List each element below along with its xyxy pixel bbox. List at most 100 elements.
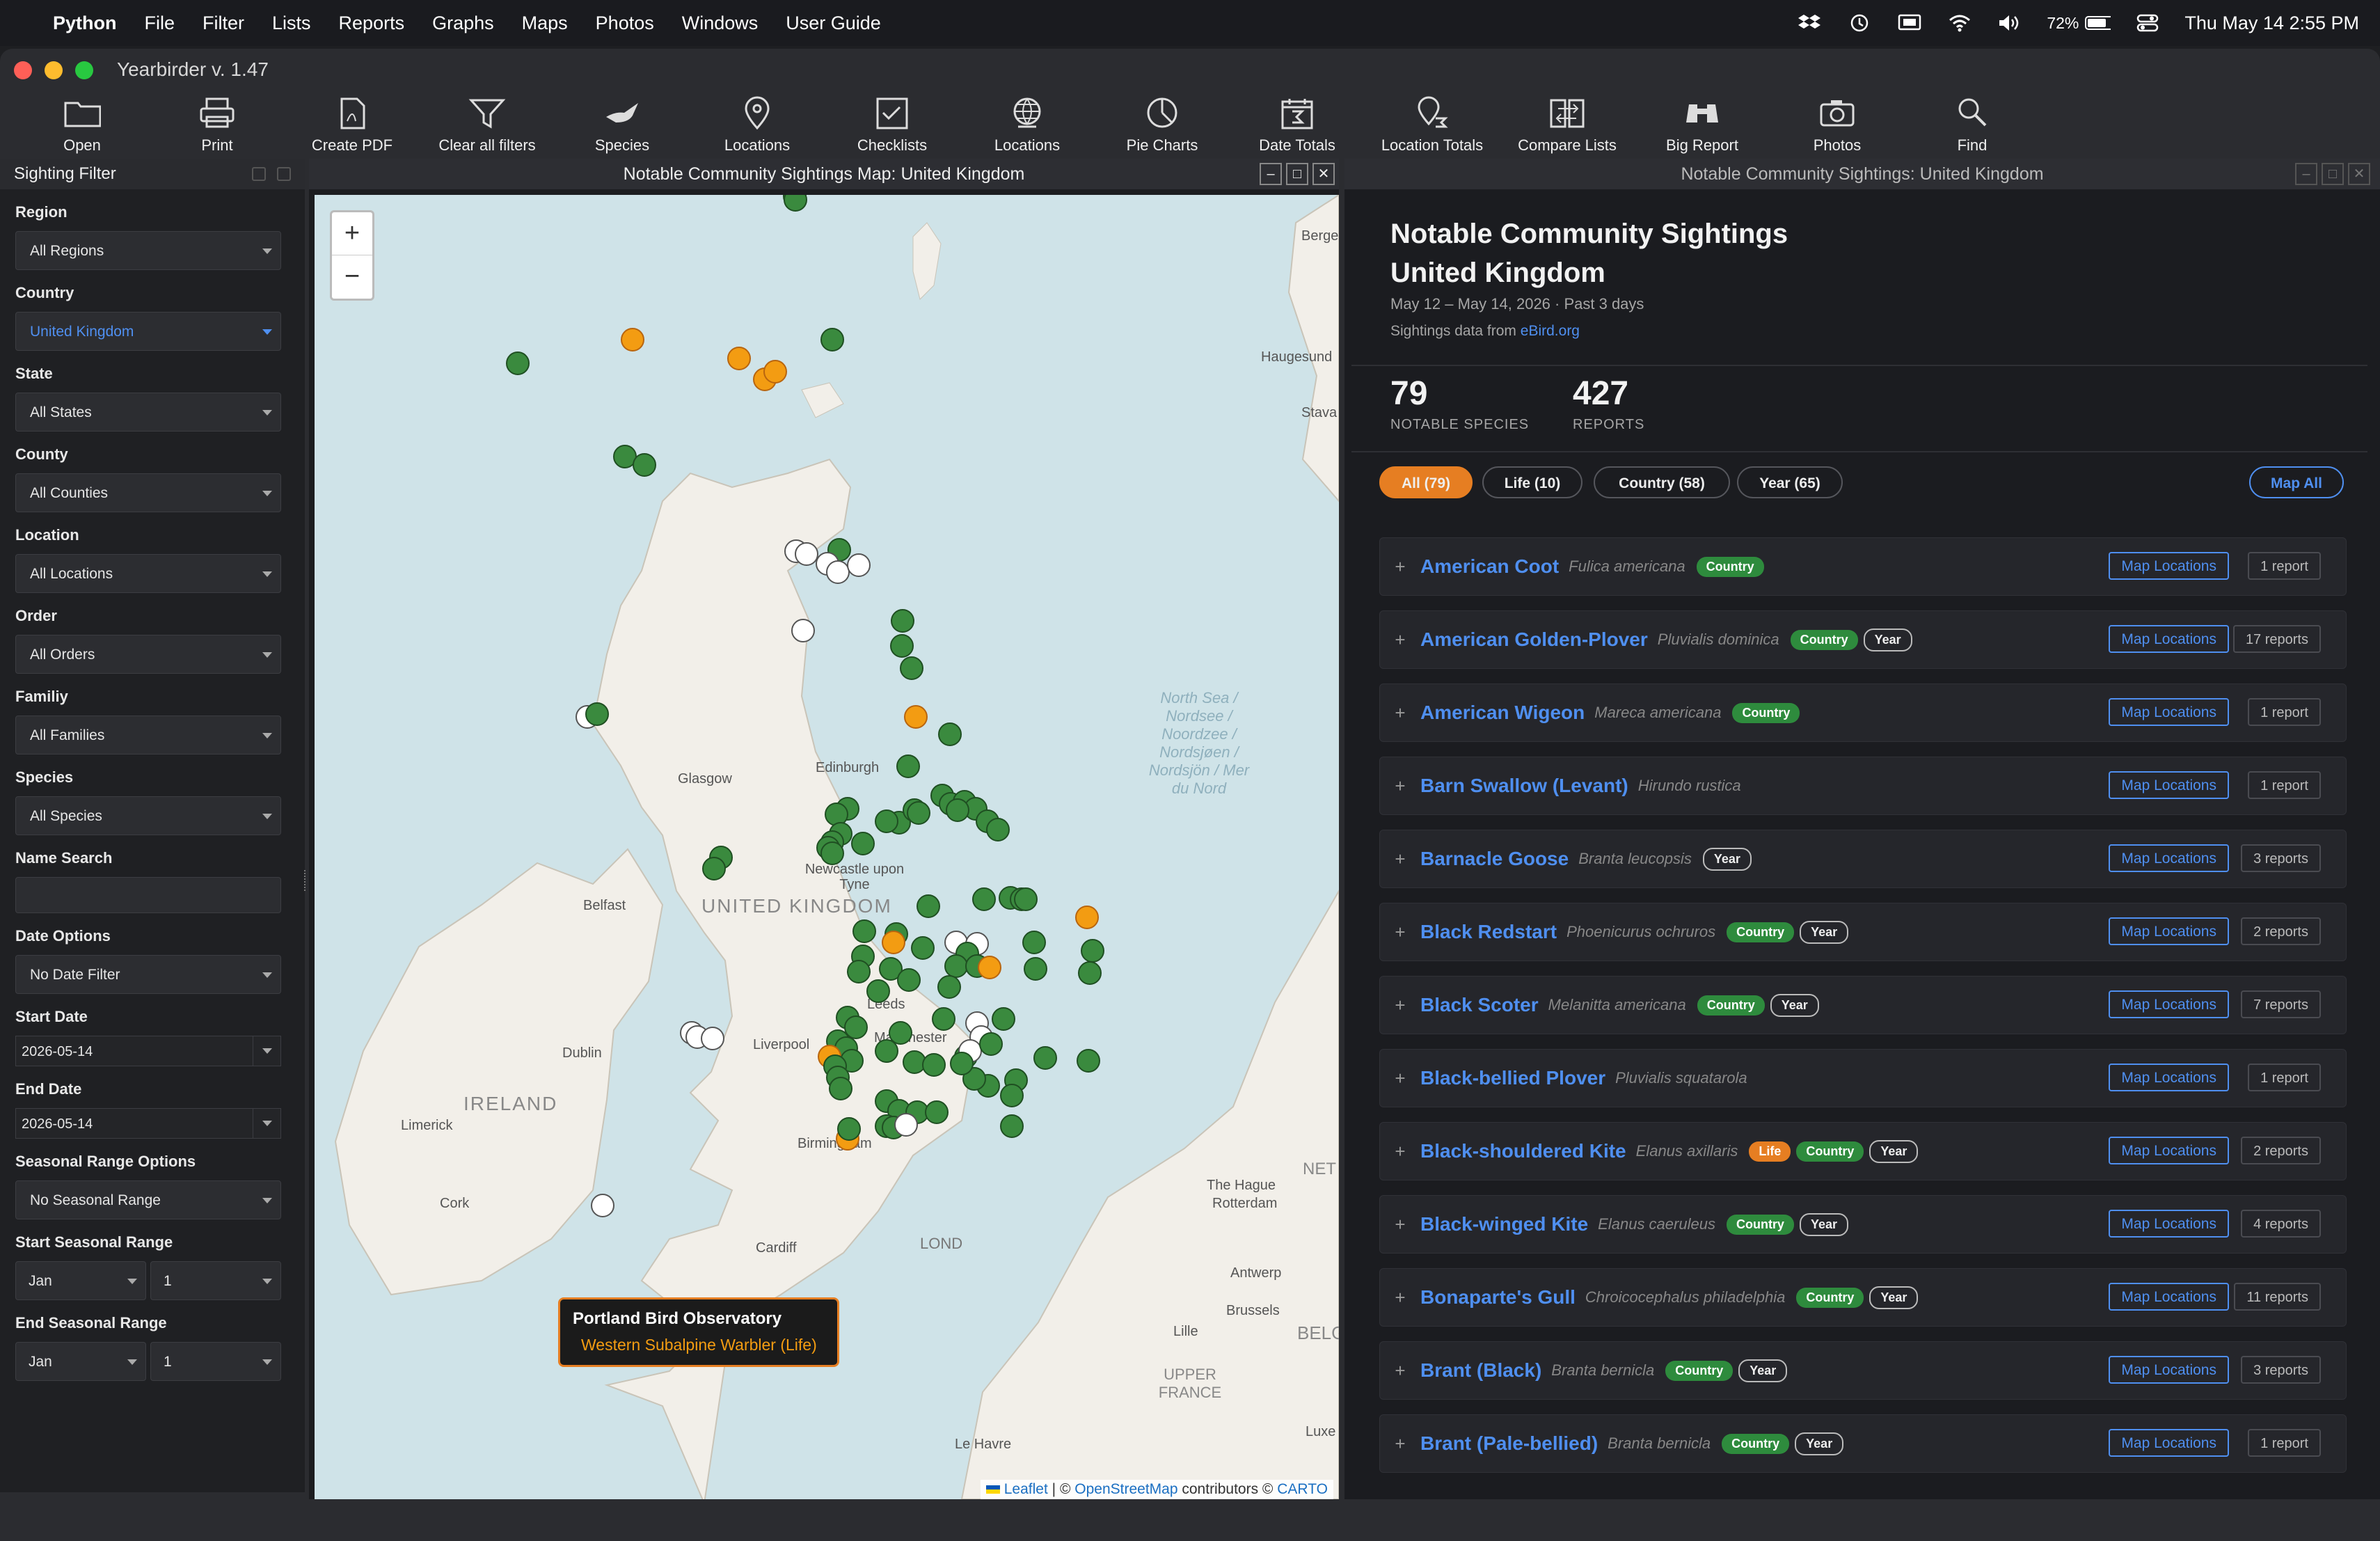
species-row[interactable]: + American Coot Fulica americana Country Map… [1379, 537, 2347, 596]
species-row[interactable]: + American Golden-Plover Pluvialis dominic… [1379, 610, 2347, 669]
toolbar-print-button[interactable]: Print [158, 96, 276, 155]
sighting-marker[interactable] [727, 347, 751, 370]
sighting-marker[interactable] [763, 360, 787, 384]
sighting-marker[interactable] [938, 722, 962, 746]
sighting-marker[interactable] [1014, 887, 1038, 911]
sighting-marker[interactable] [875, 809, 898, 833]
sighting-marker[interactable] [944, 954, 968, 978]
toolbar-checklists-button[interactable]: Checklists [833, 96, 951, 155]
toolbar-locations-button[interactable]: Locations [968, 96, 1086, 155]
map-locations-button[interactable]: Map Locations [2109, 771, 2229, 799]
sighting-marker[interactable] [591, 1194, 614, 1217]
family-select[interactable]: All Families [15, 716, 281, 754]
start-date-field[interactable]: 2026-05-14 [15, 1036, 281, 1066]
menu-photos[interactable]: Photos [582, 13, 668, 34]
state-select[interactable]: All States [15, 393, 281, 432]
menu-lists[interactable]: Lists [258, 13, 325, 34]
wifi-icon[interactable] [1946, 13, 1973, 33]
sighting-marker[interactable] [795, 542, 818, 566]
sidebar-splitter[interactable] [304, 870, 307, 891]
species-name[interactable]: Black-shouldered Kite [1420, 1140, 1626, 1162]
sighting-marker[interactable] [1022, 931, 1046, 954]
sighting-marker[interactable] [820, 328, 844, 351]
sighting-marker[interactable] [891, 609, 914, 633]
control-center-icon[interactable] [2134, 13, 2161, 33]
sighting-marker[interactable] [820, 841, 844, 865]
expand-icon[interactable]: + [1380, 1068, 1420, 1089]
map-locations-button[interactable]: Map Locations [2109, 1283, 2229, 1311]
sighting-marker[interactable] [852, 919, 876, 943]
species-name[interactable]: American Coot [1420, 555, 1559, 578]
map-all-button[interactable]: Map All [2249, 466, 2344, 498]
reports-count[interactable]: 3 reports [2241, 1356, 2321, 1384]
sighting-marker[interactable] [1000, 1114, 1024, 1138]
species-select[interactable]: All Species [15, 796, 281, 835]
toolbar-open-button[interactable]: Open [23, 96, 141, 155]
sighting-marker[interactable] [621, 328, 644, 351]
sighting-marker[interactable] [875, 1039, 898, 1063]
species-row[interactable]: + Black-shouldered Kite Elanus axillaris Li… [1379, 1122, 2347, 1180]
sighting-marker[interactable] [1081, 939, 1104, 963]
menu-graphs[interactable]: Graphs [418, 13, 508, 34]
sighting-marker[interactable] [979, 1032, 1003, 1056]
notable-maximize-button[interactable]: □ [2322, 163, 2344, 185]
map-locations-button[interactable]: Map Locations [2109, 1064, 2229, 1091]
reports-count[interactable]: 2 reports [2241, 1137, 2321, 1164]
location-select[interactable]: All Locations [15, 554, 281, 593]
menu-filter[interactable]: Filter [189, 13, 258, 34]
menu-user-guide[interactable]: User Guide [772, 13, 895, 34]
reports-count[interactable]: 17 reports [2232, 625, 2321, 653]
carto-link[interactable]: CARTO [1277, 1481, 1328, 1497]
sighting-marker[interactable] [1075, 906, 1099, 929]
toolbar-species-button[interactable]: Species [563, 96, 681, 155]
sighting-marker[interactable] [791, 619, 815, 642]
map-locations-button[interactable]: Map Locations [2109, 1210, 2229, 1238]
expand-icon[interactable]: + [1380, 995, 1420, 1016]
toolbar-pie-charts-button[interactable]: Pie Charts [1103, 96, 1221, 155]
species-name[interactable]: Brant (Pale-bellied) [1420, 1432, 1598, 1455]
reports-count[interactable]: 4 reports [2241, 1210, 2321, 1238]
menu-windows[interactable]: Windows [668, 13, 772, 34]
sighting-marker[interactable] [702, 857, 726, 880]
species-name[interactable]: American Wigeon [1420, 702, 1585, 724]
start-seasonal-day-select[interactable]: 1 [150, 1261, 281, 1300]
menu-maps[interactable]: Maps [508, 13, 582, 34]
close-window-button[interactable] [14, 61, 32, 79]
sighting-marker[interactable] [837, 1117, 861, 1141]
map-close-button[interactable]: ✕ [1312, 163, 1335, 185]
sighting-marker[interactable] [978, 956, 1001, 979]
map-minimize-button[interactable]: – [1260, 163, 1282, 185]
species-row[interactable]: + Black-winged Kite Elanus caeruleus Countr… [1379, 1195, 2347, 1254]
species-row[interactable]: + Black Redstart Phoenicurus ochruros Count… [1379, 903, 2347, 961]
map-locations-button[interactable]: Map Locations [2109, 625, 2229, 653]
leaflet-map[interactable]: + − Bergen Haugesund Stava Glasgow Edinb… [315, 195, 1339, 1499]
species-row[interactable]: + American Wigeon Mareca americana Country M… [1379, 683, 2347, 742]
reports-count[interactable]: 1 report [2248, 1429, 2321, 1457]
species-row[interactable]: + Barnacle Goose Branta leucopsis Year Map L… [1379, 830, 2347, 888]
dropbox-icon[interactable] [1796, 13, 1823, 33]
sighting-marker[interactable] [826, 560, 850, 584]
toolbar-date-totals-button[interactable]: Date Totals [1238, 96, 1356, 155]
end-date-field[interactable]: 2026-05-14 [15, 1108, 281, 1139]
sighting-marker[interactable] [904, 705, 928, 729]
end-seasonal-month-select[interactable]: Jan [15, 1342, 146, 1381]
map-locations-button[interactable]: Map Locations [2109, 917, 2229, 945]
menu-file[interactable]: File [131, 13, 189, 34]
expand-icon[interactable]: + [1380, 629, 1420, 651]
species-row[interactable]: + Brant (Pale-bellied) Branta bernicla Coun… [1379, 1414, 2347, 1473]
sighting-marker[interactable] [701, 1027, 724, 1050]
sighting-marker[interactable] [866, 979, 890, 1003]
clock[interactable]: Thu May 14 2:55 PM [2184, 13, 2359, 34]
species-row[interactable]: + Bonaparte's Gull Chroicocephalus philade… [1379, 1268, 2347, 1327]
minimize-window-button[interactable] [45, 61, 63, 79]
sighting-marker[interactable] [937, 975, 961, 999]
species-name[interactable]: Black Scoter [1420, 994, 1539, 1016]
map-locations-button[interactable]: Map Locations [2109, 1356, 2229, 1384]
county-select[interactable]: All Counties [15, 473, 281, 512]
sighting-marker[interactable] [900, 656, 923, 680]
end-date-picker-button[interactable] [253, 1109, 280, 1138]
sighting-marker[interactable] [1024, 957, 1047, 981]
species-name[interactable]: Brant (Black) [1420, 1359, 1541, 1382]
toolbar-big-report-button[interactable]: Big Report [1643, 96, 1761, 155]
sighting-marker[interactable] [847, 960, 871, 983]
